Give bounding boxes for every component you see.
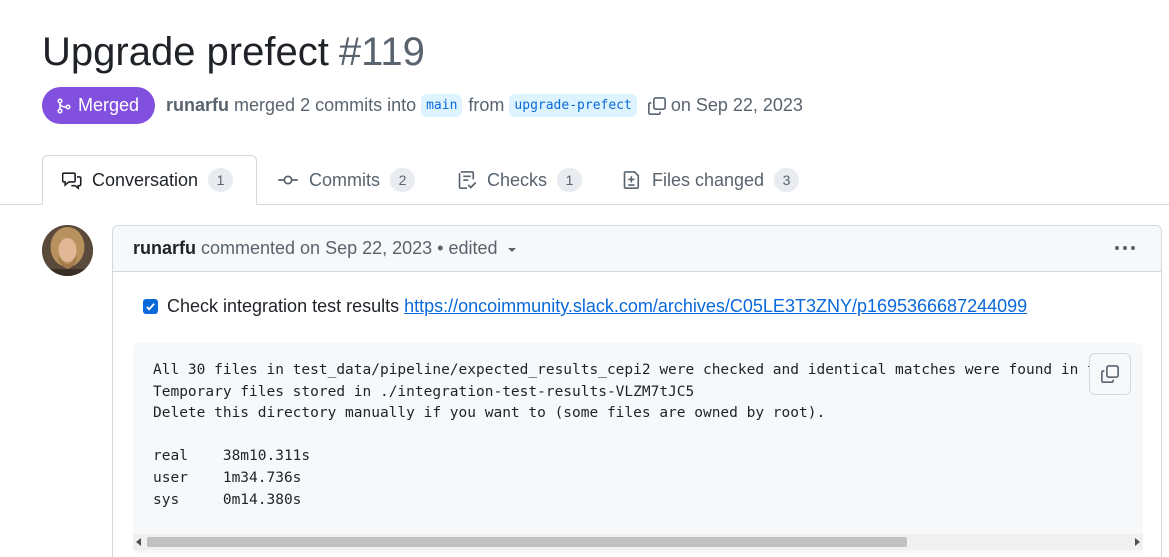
comment-box: runarfu commented on Sep 22, 2023 • edit…: [112, 225, 1162, 557]
pr-tabs: Conversation 1 Commits 2 Checks 1 Files …: [0, 155, 1169, 205]
head-branch[interactable]: upgrade-prefect: [509, 94, 637, 117]
task-checkbox[interactable]: [143, 299, 158, 314]
scroll-right-icon[interactable]: [1135, 538, 1140, 546]
copy-icon: [1101, 365, 1119, 383]
tab-files-changed-count: 3: [774, 168, 800, 192]
comment-discussion-icon: [62, 172, 82, 190]
tab-checks-label: Checks: [487, 169, 548, 190]
task-link[interactable]: https://oncoimmunity.slack.com/archives/…: [404, 296, 1027, 317]
code-block: All 30 files in test_data/pipeline/expec…: [133, 343, 1143, 553]
comment-author[interactable]: runarfu: [133, 238, 196, 259]
tab-conversation-count: 1: [208, 168, 234, 192]
scroll-left-icon[interactable]: [136, 538, 141, 546]
task-item: Check integration test results https://o…: [143, 296, 1027, 317]
merged-badge: Merged: [42, 87, 156, 124]
chevron-down-icon[interactable]: [506, 238, 518, 259]
checklist-icon: [458, 171, 477, 189]
pr-author[interactable]: runarfu: [166, 95, 229, 116]
task-label: Check integration test results: [167, 296, 400, 316]
file-diff-icon: [623, 171, 640, 189]
pr-title: Upgrade prefect #119: [42, 28, 425, 76]
tab-commits-count: 2: [390, 168, 415, 192]
tab-checks-count: 1: [557, 168, 583, 192]
git-merge-icon: [57, 97, 71, 114]
comment-header: runarfu commented on Sep 22, 2023 • edit…: [113, 226, 1161, 272]
scrollbar-thumb[interactable]: [147, 537, 907, 547]
comment-meta[interactable]: commented on Sep 22, 2023 • edited: [201, 238, 498, 259]
copy-icon[interactable]: [647, 96, 667, 116]
merge-date: on Sep 22, 2023: [670, 95, 803, 115]
git-commit-icon: [278, 175, 298, 185]
tab-conversation[interactable]: Conversation 1: [42, 155, 257, 205]
kebab-menu-icon[interactable]: [1113, 238, 1137, 263]
tab-files-changed-label: Files changed: [652, 169, 765, 190]
pr-meta: Merged runarfu merged 2 commits into mai…: [42, 87, 803, 124]
tab-commits-label: Commits: [309, 169, 380, 190]
pr-title-text: Upgrade prefect: [42, 30, 329, 74]
code-content: All 30 files in test_data/pipeline/expec…: [153, 362, 1113, 508]
pr-number: #119: [338, 30, 425, 74]
tab-conversation-label: Conversation: [92, 169, 199, 190]
tab-files-changed[interactable]: Files changed 3: [622, 155, 800, 205]
base-branch[interactable]: main: [421, 94, 463, 117]
copy-code-button[interactable]: [1089, 353, 1131, 395]
tab-commits[interactable]: Commits 2: [277, 155, 415, 205]
from-text: from: [468, 95, 505, 115]
merged-text: merged 2 commits into: [234, 95, 417, 115]
horizontal-scrollbar[interactable]: [133, 534, 1143, 550]
tab-checks[interactable]: Checks 1: [457, 155, 583, 205]
avatar[interactable]: [42, 225, 93, 276]
merged-label: Merged: [78, 95, 140, 115]
